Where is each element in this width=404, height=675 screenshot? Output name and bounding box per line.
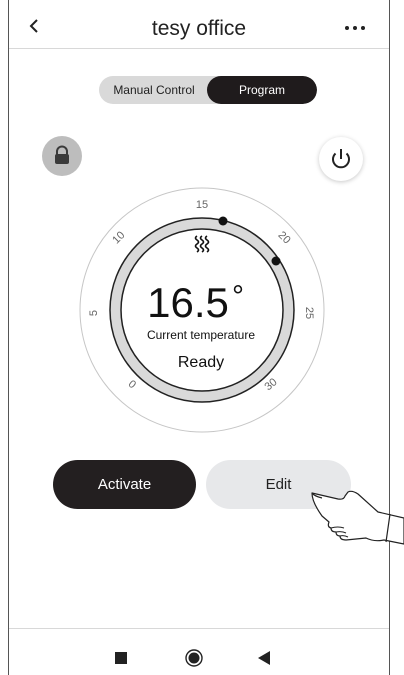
home-circle-icon[interactable] [185,649,203,667]
heater-status: Ready [178,354,224,371]
pointing-hand-icon [311,490,404,545]
temperature-unit: ° [232,280,244,313]
system-navigation-bar [9,628,389,675]
back-triangle-icon[interactable] [257,650,271,666]
program-end-marker[interactable] [271,256,281,266]
scale-label-25: 25 [303,307,315,319]
thermostat-dial[interactable]: 0 5 10 15 20 25 30 16.5 ° Current temper… [0,0,404,460]
program-start-marker[interactable] [218,216,228,226]
scale-label-15: 15 [196,199,208,211]
activate-button[interactable]: Activate [53,460,196,509]
current-temperature-value: 16.5 [147,279,229,326]
current-temperature-label: Current temperature [147,328,255,342]
scale-label-5: 5 [88,310,100,316]
recents-square-icon[interactable] [115,652,127,664]
